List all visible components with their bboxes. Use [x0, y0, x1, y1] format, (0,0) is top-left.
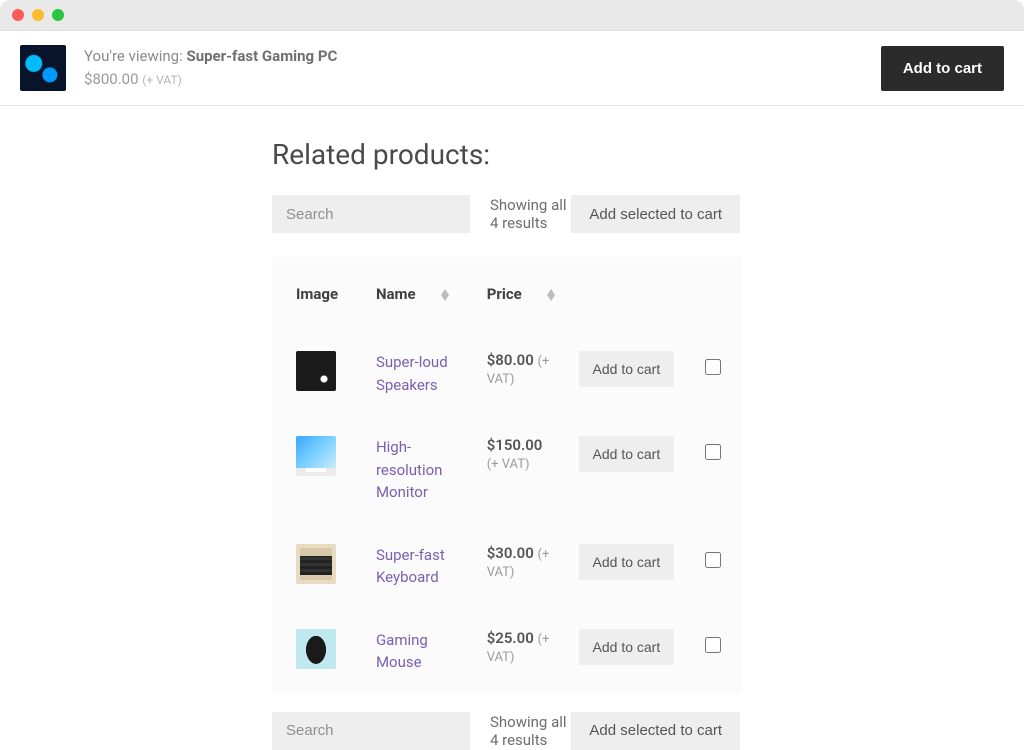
col-header-name-label: Name: [376, 285, 416, 303]
vat-note: (+ VAT): [487, 457, 530, 472]
product-link[interactable]: Super-loud Speakers: [376, 353, 448, 394]
results-count-label: Showing all 4 results: [470, 713, 571, 749]
product-price: $30.00 (+ VAT): [477, 524, 569, 609]
table-row: Super-loud Speakers $80.00 (+ VAT) Add t…: [272, 331, 742, 416]
product-price: $150.00 (+ VAT): [477, 416, 569, 524]
search-input[interactable]: [272, 712, 470, 750]
add-selected-button[interactable]: Add selected to cart: [571, 712, 740, 750]
sticky-product-bar: You're viewing: Super-fast Gaming PC $80…: [0, 31, 1024, 106]
row-add-to-cart-button[interactable]: Add to cart: [579, 544, 675, 580]
sort-icon[interactable]: [441, 289, 449, 301]
col-header-action: [569, 257, 691, 331]
product-link[interactable]: Gaming Mouse: [376, 631, 428, 672]
table-row: High-resolution Monitor $150.00 (+ VAT) …: [272, 416, 742, 524]
row-select-checkbox[interactable]: [705, 552, 721, 568]
viewing-prefix: You're viewing:: [84, 47, 186, 65]
product-thumbnail: [20, 45, 66, 91]
table-row: Gaming Mouse $25.00 (+ VAT) Add to cart: [272, 609, 742, 694]
product-summary: You're viewing: Super-fast Gaming PC $80…: [84, 46, 863, 90]
product-thumbnail: [296, 351, 336, 391]
row-select-checkbox[interactable]: [705, 637, 721, 653]
add-to-cart-button[interactable]: Add to cart: [881, 46, 1004, 91]
product-link[interactable]: Super-fast Keyboard: [376, 546, 445, 587]
table-controls-bottom: Showing all 4 results Add selected to ca…: [272, 712, 740, 750]
col-header-image: Image: [272, 257, 366, 331]
results-count-label: Showing all 4 results: [470, 196, 571, 232]
related-products-table: Image Name Price: [272, 257, 742, 694]
table-row: Super-fast Keyboard $30.00 (+ VAT) Add t…: [272, 524, 742, 609]
window-close-icon[interactable]: [12, 9, 24, 21]
row-add-to-cart-button[interactable]: Add to cart: [579, 436, 675, 472]
window-titlebar: [0, 0, 1024, 31]
add-selected-button[interactable]: Add selected to cart: [571, 195, 740, 233]
table-header-row: Image Name Price: [272, 257, 742, 331]
window-minimize-icon[interactable]: [32, 9, 44, 21]
col-header-name[interactable]: Name: [366, 257, 477, 331]
product-price: $25.00 (+ VAT): [477, 609, 569, 694]
row-select-checkbox[interactable]: [705, 359, 721, 375]
viewing-label: You're viewing: Super-fast Gaming PC: [84, 46, 863, 67]
vat-note: (+ VAT): [142, 73, 182, 87]
search-input[interactable]: [272, 195, 470, 233]
product-thumbnail: [296, 436, 336, 476]
col-header-price[interactable]: Price: [477, 257, 569, 331]
col-header-select: [691, 257, 742, 331]
product-price: $80.00 (+ VAT): [477, 331, 569, 416]
product-price: $800.00 (+ VAT): [84, 69, 863, 90]
price-amount: 800.00: [92, 70, 138, 88]
sort-icon[interactable]: [547, 289, 555, 301]
row-add-to-cart-button[interactable]: Add to cart: [579, 629, 675, 665]
row-add-to-cart-button[interactable]: Add to cart: [579, 351, 675, 387]
product-link[interactable]: High-resolution Monitor: [376, 438, 443, 501]
related-products-section: Related products: Showing all 4 results …: [0, 106, 740, 750]
row-select-checkbox[interactable]: [705, 444, 721, 460]
col-header-price-label: Price: [487, 285, 522, 303]
product-thumbnail: [296, 544, 336, 584]
product-thumbnail: [296, 629, 336, 669]
window-zoom-icon[interactable]: [52, 9, 64, 21]
viewing-product-name: Super-fast Gaming PC: [186, 47, 337, 65]
table-controls-top: Showing all 4 results Add selected to ca…: [272, 195, 740, 233]
section-title: Related products:: [272, 138, 740, 171]
